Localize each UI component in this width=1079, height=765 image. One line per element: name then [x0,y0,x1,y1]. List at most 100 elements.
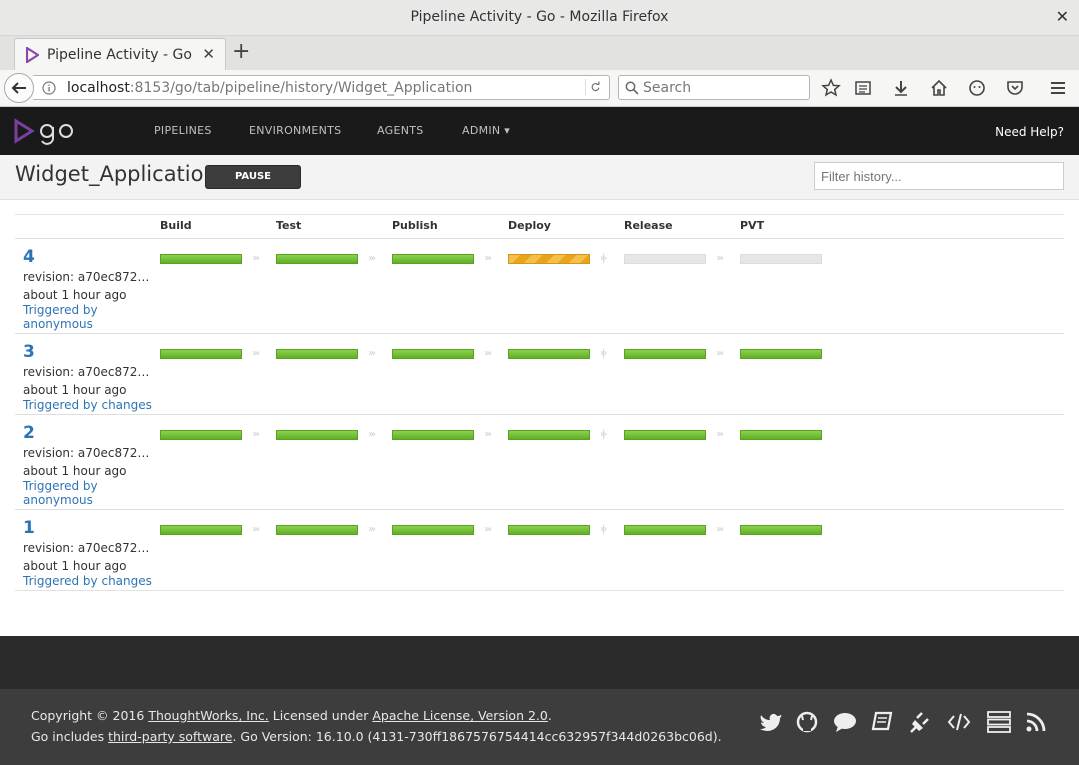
window-titlebar: Pipeline Activity - Go - Mozilla Firefox… [0,0,1079,36]
trigger-link[interactable]: Triggered by changes [23,398,153,412]
stage-status-bar-test[interactable] [276,254,358,264]
stage-status-bar-test[interactable] [276,430,358,440]
menu-icon[interactable] [1048,78,1068,98]
page-header: Widget_Application PAUSE [0,155,1079,200]
stage-status-bar-release[interactable] [624,254,706,264]
navigation-bar: localhost:8153/go/tab/pipeline/history/W… [0,70,1079,107]
chat-icon[interactable] [833,711,857,733]
url-host: localhost [67,80,130,96]
stage-header: Test [276,219,302,232]
nav-agents[interactable]: AGENTS [377,124,424,137]
back-button[interactable] [4,73,34,103]
run-time: about 1 hour ago [23,288,127,302]
pipeline-history-table: Build Test Publish Deploy Release PVT 4 r… [15,214,1064,591]
run-number-link[interactable]: 1 [23,518,35,538]
browser-tab[interactable]: Pipeline Activity - Go ✕ [14,38,226,70]
stage-status-bar-deploy[interactable] [508,349,590,359]
stage-status-bar-build[interactable] [160,349,242,359]
stage-connector-icon: ››› [252,253,260,264]
stage-connector-icon: ››› [368,524,376,535]
stage-status-bar-publish[interactable] [392,525,474,535]
download-icon[interactable] [891,78,911,98]
run-number-link[interactable]: 3 [23,342,35,362]
stage-status-bar-test[interactable] [276,349,358,359]
run-number-link[interactable]: 4 [23,247,35,267]
footer: Copyright © 2016 ThoughtWorks, Inc. Lice… [0,689,1079,765]
server-icon[interactable] [987,711,1011,733]
stage-status-bar-release[interactable] [624,430,706,440]
revision-label: revision: a70ec872… [23,270,150,284]
filter-history-input[interactable] [814,162,1064,190]
tab-label: Pipeline Activity - Go [47,47,192,63]
new-tab-icon[interactable]: + [232,41,250,63]
stage-status-bar-pvt[interactable] [740,254,822,264]
stage-status-bar-build[interactable] [160,430,242,440]
stage-status-bar-pvt[interactable] [740,430,822,440]
stage-status-bar-build[interactable] [160,254,242,264]
nav-admin[interactable]: ADMIN ▾ [462,124,510,137]
licensed-text: Licensed under [268,708,373,723]
go-logo[interactable] [14,117,78,145]
reading-list-icon[interactable] [853,78,873,98]
plugin-icon[interactable] [908,711,932,733]
window-close-icon[interactable]: ✕ [1056,8,1069,26]
go-header: PIPELINES ENVIRONMENTS AGENTS ADMIN ▾ Ne… [0,107,1079,155]
pipeline-run-row: 1 revision: a70ec872… about 1 hour ago Trig… [15,509,1064,590]
license-link[interactable]: Apache License, Version 2.0 [372,708,548,723]
stage-connector-icon: ››› [368,429,376,440]
chat-face-icon[interactable] [967,78,987,98]
trigger-link[interactable]: Triggered by changes [23,574,153,588]
nav-environments[interactable]: ENVIRONMENTS [249,124,341,137]
tab-close-icon[interactable]: ✕ [202,45,215,63]
code-icon[interactable] [947,711,971,733]
tab-strip: Pipeline Activity - Go ✕ + [0,36,1079,70]
stage-status-bar-publish[interactable] [392,254,474,264]
stage-connector-icon: ›|› [600,429,607,440]
trigger-link[interactable]: Triggered by anonymous [23,303,153,331]
thoughtworks-link[interactable]: ThoughtWorks, Inc. [148,708,268,723]
home-icon[interactable] [929,78,949,98]
go-favicon-icon [26,47,39,63]
github-icon[interactable] [795,711,819,733]
pause-button[interactable]: PAUSE [205,165,301,189]
third-party-link[interactable]: third-party software [108,729,232,744]
stage-connector-icon: ›|› [600,253,607,264]
rss-icon[interactable] [1025,711,1049,733]
stage-status-bar-publish[interactable] [392,349,474,359]
stage-header: Deploy [508,219,551,232]
stage-status-bar-release[interactable] [624,525,706,535]
stage-status-bar-release[interactable] [624,349,706,359]
url-bar[interactable]: localhost:8153/go/tab/pipeline/history/W… [33,75,610,100]
info-icon[interactable] [42,81,56,95]
twitter-icon[interactable] [759,711,783,733]
book-icon[interactable] [870,711,894,733]
pocket-icon[interactable] [1005,78,1025,98]
stage-status-bar-test[interactable] [276,525,358,535]
stage-status-bar-pvt[interactable] [740,525,822,535]
stage-status-bar-deploy[interactable] [508,525,590,535]
bookmark-star-icon[interactable] [821,78,841,98]
run-number-link[interactable]: 2 [23,423,35,443]
stage-status-bar-deploy[interactable] [508,254,590,264]
stage-status-bar-deploy[interactable] [508,430,590,440]
reload-icon[interactable] [585,79,601,95]
url-text: localhost:8153/go/tab/pipeline/history/W… [67,80,472,96]
stage-header-row: Build Test Publish Deploy Release PVT [15,214,1064,238]
search-field[interactable]: Search [618,75,810,100]
caret-down-icon: ▾ [504,124,511,137]
trigger-link[interactable]: Triggered by anonymous [23,479,153,507]
copyright-prefix: Copyright © 2016 [31,708,149,723]
url-path: :8153/go/tab/pipeline/history/Widget_App… [129,80,473,96]
includes-prefix: Go includes [31,729,109,744]
stage-status-bar-build[interactable] [160,525,242,535]
nav-pipelines[interactable]: PIPELINES [154,124,212,137]
stage-status-bar-publish[interactable] [392,430,474,440]
revision-label: revision: a70ec872… [23,541,150,555]
need-help-link[interactable]: Need Help? [995,125,1064,139]
search-placeholder: Search [643,80,692,96]
stage-status-bar-pvt[interactable] [740,349,822,359]
version-line: Go includes third-party software. Go Ver… [31,729,722,744]
stage-header: PVT [740,219,765,232]
pipeline-run-row: 4 revision: a70ec872… about 1 hour ago Trig… [15,238,1064,333]
pipeline-run-row: 3 revision: a70ec872… about 1 hour ago Trig… [15,333,1064,414]
